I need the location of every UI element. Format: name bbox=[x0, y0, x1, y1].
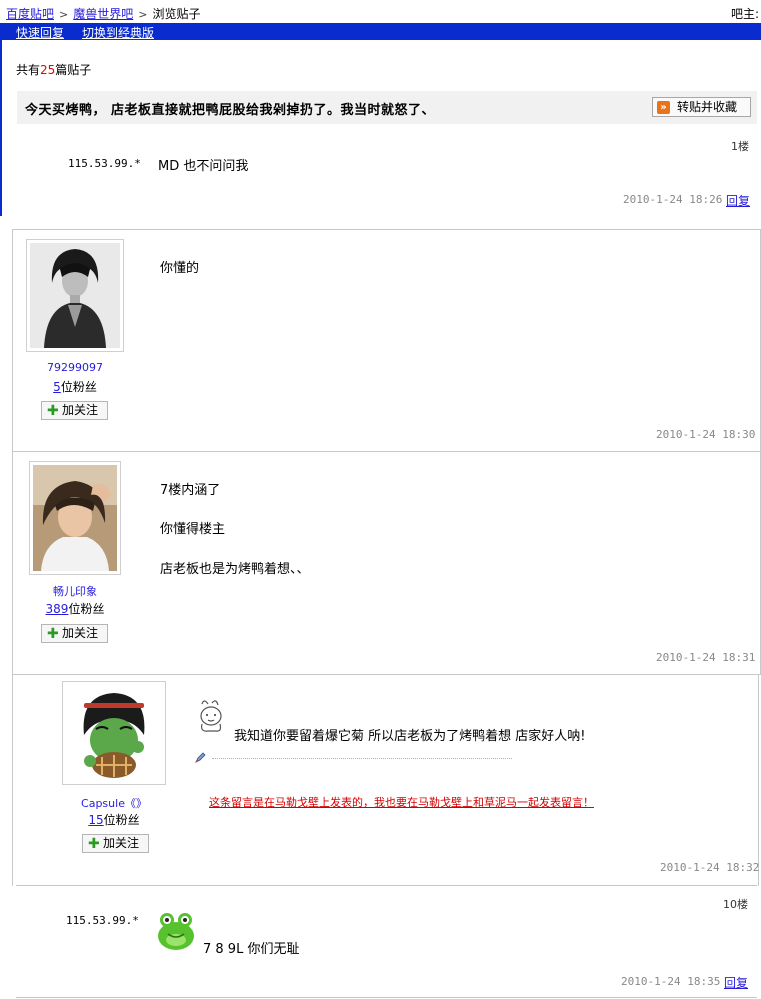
follow-button[interactable]: ✚ 加关注 bbox=[41, 401, 108, 420]
switch-classic-link[interactable]: 切换到经典版 bbox=[82, 24, 154, 41]
author-ip: 115.53.99.* bbox=[68, 157, 141, 170]
repost-favorite-button[interactable]: » 转贴并收藏 bbox=[652, 97, 751, 117]
avatar[interactable] bbox=[62, 681, 166, 785]
avatar-image bbox=[30, 243, 120, 348]
post-content: 我知道你要留着爆它菊 所以店老板为了烤鸭着想 店家好人呐! bbox=[234, 729, 586, 744]
post-time: 2010-1-24 18:31 bbox=[656, 651, 756, 664]
thread-title: 今天买烤鸭， 店老板直接就把鸭屁股给我剁掉扔了。我当时就怒了、 bbox=[25, 103, 436, 118]
breadcrumb-forum-link[interactable]: 魔兽世界吧 bbox=[73, 7, 133, 21]
post-divider bbox=[12, 674, 761, 675]
floor-number: 1楼 bbox=[731, 140, 749, 153]
frame-border bbox=[0, 23, 2, 216]
post-count-number: 25 bbox=[40, 63, 56, 77]
post-border-left bbox=[12, 229, 13, 451]
avatar[interactable] bbox=[26, 239, 124, 352]
breadcrumb: 百度贴吧 > 魔兽世界吧 > 浏览贴子 bbox=[6, 5, 200, 22]
breadcrumb-separator: > bbox=[138, 8, 148, 21]
post-divider bbox=[12, 229, 761, 230]
username-link[interactable]: 畅儿印象 bbox=[26, 583, 124, 599]
follow-button[interactable]: ✚ 加关注 bbox=[41, 624, 108, 643]
quick-reply-link[interactable]: 快速回复 bbox=[16, 24, 64, 41]
post-border-left bbox=[12, 674, 13, 886]
post-divider bbox=[12, 451, 761, 452]
username-link[interactable]: 79299097 bbox=[26, 361, 124, 374]
pencil-icon bbox=[195, 752, 206, 763]
fans-count: 15位粉丝 bbox=[62, 811, 166, 828]
post-time: 2010-1-24 18:32 bbox=[660, 861, 760, 874]
plus-icon: ✚ bbox=[88, 836, 100, 852]
plus-icon: ✚ bbox=[47, 626, 59, 642]
follow-label: 加关注 bbox=[62, 626, 99, 640]
fans-count-link[interactable]: 389 bbox=[46, 602, 69, 616]
post-time: 2010-1-24 18:35 bbox=[621, 975, 721, 988]
post-count: 共有25篇贴子 bbox=[16, 61, 91, 78]
signature-divider bbox=[212, 758, 512, 759]
fans-label: 位粉丝 bbox=[103, 813, 140, 827]
post-divider bbox=[16, 997, 757, 998]
post-content-line: 店老板也是为烤鸭着想、、 bbox=[160, 562, 310, 577]
avatar-image bbox=[66, 685, 162, 781]
frog-emoticon-icon bbox=[158, 913, 194, 950]
repost-favorite-label: 转贴并收藏 bbox=[677, 100, 738, 114]
post-time: 2010-1-24 18:26 bbox=[623, 193, 723, 206]
breadcrumb-home-link[interactable]: 百度贴吧 bbox=[6, 7, 54, 21]
floor-number: 10楼 bbox=[723, 898, 748, 911]
post-time: 2010-1-24 18:30 bbox=[656, 428, 756, 441]
post-count-prefix: 共有 bbox=[16, 63, 41, 77]
avatar-image bbox=[33, 465, 117, 571]
plus-icon: ✚ bbox=[47, 403, 59, 419]
post-count-suffix: 篇贴子 bbox=[55, 63, 92, 77]
breadcrumb-separator: > bbox=[59, 8, 69, 21]
fans-count-link[interactable]: 5 bbox=[53, 380, 61, 394]
bunny-emoticon-icon bbox=[200, 700, 222, 732]
post-border-right bbox=[758, 674, 759, 886]
post-content-line: 你懂得楼主 bbox=[160, 522, 226, 537]
username-link[interactable]: Capsule《》 bbox=[62, 795, 166, 811]
fans-count: 5位粉丝 bbox=[26, 378, 124, 395]
post-content: 7 8 9L 你们无耻 bbox=[203, 942, 300, 957]
thread-title-bar: 今天买烤鸭， 店老板直接就把鸭屁股给我剁掉扔了。我当时就怒了、 » 转贴并收藏 bbox=[17, 91, 757, 124]
toolbar: 快速回复 切换到经典版 bbox=[2, 23, 761, 40]
fans-label: 位粉丝 bbox=[60, 380, 97, 394]
post-content-line: 7楼内涵了 bbox=[160, 483, 221, 498]
double-arrow-icon: » bbox=[657, 101, 670, 114]
author-ip: 115.53.99.* bbox=[66, 914, 139, 927]
signature-link[interactable]: 这条留言是在马勒戈壁上发表的，我也要在马勒戈壁上和草泥马一起发表留言！ bbox=[209, 794, 594, 810]
reply-link[interactable]: 回复 bbox=[726, 192, 750, 209]
avatar[interactable] bbox=[29, 461, 121, 575]
post-divider bbox=[16, 885, 757, 886]
reply-link[interactable]: 回复 bbox=[724, 974, 748, 991]
fans-count-link[interactable]: 15 bbox=[88, 813, 103, 827]
fans-count: 389位粉丝 bbox=[26, 600, 124, 617]
post-content: MD 也不问问我 bbox=[158, 159, 249, 174]
fans-label: 位粉丝 bbox=[68, 602, 105, 616]
forum-admin-label: 吧主: bbox=[730, 7, 759, 21]
breadcrumb-current: 浏览贴子 bbox=[152, 7, 201, 21]
follow-label: 加关注 bbox=[103, 836, 140, 850]
follow-button[interactable]: ✚ 加关注 bbox=[82, 834, 149, 853]
follow-label: 加关注 bbox=[62, 403, 99, 417]
post-border-left bbox=[12, 451, 13, 674]
post-content: 你懂的 bbox=[160, 261, 200, 276]
